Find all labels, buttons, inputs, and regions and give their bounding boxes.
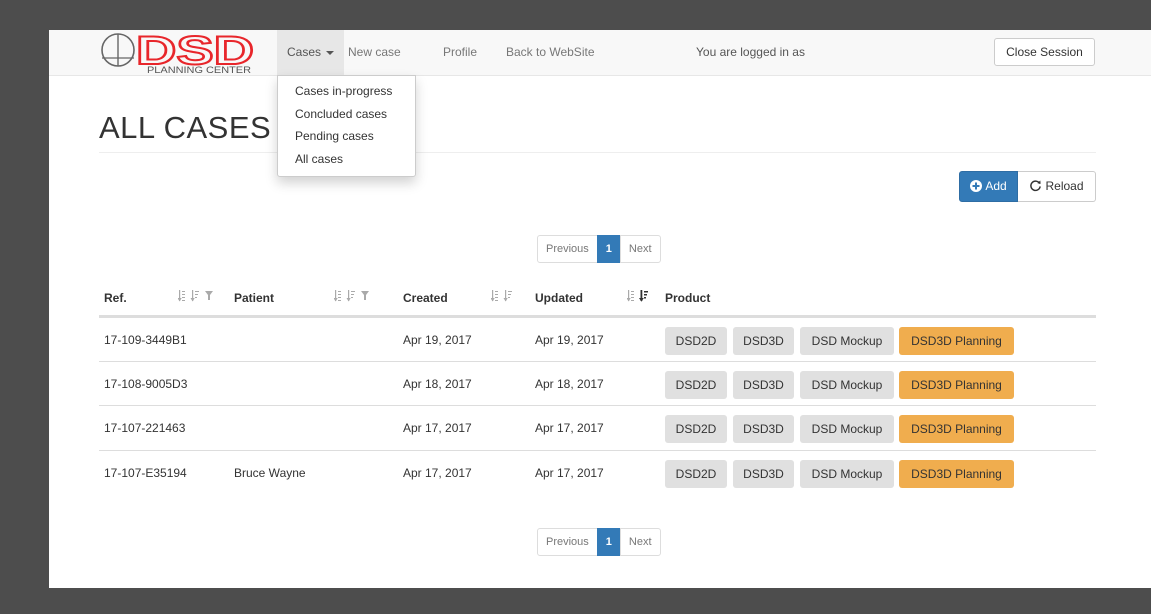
nav-back-to-website[interactable]: Back to WebSite: [496, 30, 605, 75]
dropdown-item-cases-in-progress[interactable]: Cases in-progress: [278, 80, 415, 103]
table-row[interactable]: 17-107-E35194 Bruce Wayne Apr 17, 2017 A…: [99, 450, 1096, 495]
pagination-next[interactable]: Next: [619, 235, 661, 263]
product-dsd2d-button[interactable]: DSD2D: [665, 415, 727, 443]
title-divider: [99, 152, 1096, 153]
product-dsd3d-button[interactable]: DSD3D: [733, 460, 794, 488]
product-dsd3d-planning-button[interactable]: DSD3D Planning: [899, 371, 1014, 399]
column-header-product: Product: [665, 291, 711, 305]
cell-updated: Apr 17, 2017: [535, 421, 604, 435]
close-session-button[interactable]: Close Session: [994, 38, 1095, 66]
product-dsd3d-button[interactable]: DSD3D: [733, 327, 794, 355]
plus-circle-icon: [970, 174, 983, 203]
logo-subtext: PLANNING CENTER: [147, 65, 252, 74]
product-dsd2d-button[interactable]: DSD2D: [665, 460, 727, 488]
product-dsd-mockup-button[interactable]: DSD Mockup: [800, 415, 894, 443]
dropdown-item-pending-cases[interactable]: Pending cases: [278, 125, 415, 148]
pagination-bottom: Previous 1 Next: [537, 528, 661, 556]
column-header-patient[interactable]: Patient: [234, 291, 274, 305]
product-dsd3d-planning-button[interactable]: DSD3D Planning: [899, 327, 1014, 355]
navbar: DSD PLANNING CENTER Cases New case Profi…: [49, 30, 1151, 76]
nav-cases-label: Cases: [287, 45, 322, 59]
pagination-page-1[interactable]: 1: [596, 235, 621, 263]
cell-patient: Bruce Wayne: [234, 466, 306, 480]
cell-updated: Apr 17, 2017: [535, 466, 604, 480]
column-header-ref[interactable]: Ref.: [104, 291, 127, 305]
cell-updated: Apr 18, 2017: [535, 377, 604, 391]
pagination-page-1[interactable]: 1: [596, 528, 621, 556]
product-dsd-mockup-button[interactable]: DSD Mockup: [800, 460, 894, 488]
refresh-icon: [1029, 174, 1042, 203]
cell-ref: 17-108-9005D3: [104, 377, 188, 391]
nav-cases-dropdown[interactable]: Cases: [277, 30, 345, 75]
page-title: ALL CASES: [99, 110, 272, 145]
pagination-next[interactable]: Next: [619, 528, 661, 556]
product-dsd3d-planning-button[interactable]: DSD3D Planning: [899, 415, 1014, 443]
cell-created: Apr 19, 2017: [403, 333, 472, 347]
logged-in-text: You are logged in as: [696, 45, 805, 59]
app-window: DSD PLANNING CENTER Cases New case Profi…: [49, 30, 1151, 588]
nav-new-case[interactable]: New case: [338, 30, 411, 75]
cell-created: Apr 17, 2017: [403, 466, 472, 480]
column-header-created[interactable]: Created: [403, 291, 448, 305]
dropdown-item-all-cases[interactable]: All cases: [278, 148, 415, 171]
updated-sort-icons[interactable]: [626, 289, 651, 303]
pagination-top: Previous 1 Next: [537, 235, 661, 263]
reload-button[interactable]: Reload: [1018, 171, 1096, 202]
caret-down-icon: [326, 50, 335, 55]
add-button-label: Add: [985, 179, 1007, 193]
pagination-previous[interactable]: Previous: [537, 528, 598, 556]
product-dsd-mockup-button[interactable]: DSD Mockup: [800, 327, 894, 355]
dsd-logo[interactable]: DSD PLANNING CENTER: [99, 30, 259, 75]
product-dsd2d-button[interactable]: DSD2D: [665, 327, 727, 355]
ref-sort-filter-icons[interactable]: [177, 289, 222, 303]
table-row[interactable]: 17-108-9005D3 Apr 18, 2017 Apr 18, 2017 …: [99, 361, 1096, 406]
product-dsd3d-button[interactable]: DSD3D: [733, 371, 794, 399]
pagination-previous[interactable]: Previous: [537, 235, 598, 263]
cell-ref: 17-107-E35194: [104, 466, 187, 480]
cell-created: Apr 17, 2017: [403, 421, 472, 435]
reload-button-label: Reload: [1045, 179, 1084, 193]
cell-ref: 17-109-3449B1: [104, 333, 187, 347]
product-dsd3d-button[interactable]: DSD3D: [733, 415, 794, 443]
product-dsd3d-planning-button[interactable]: DSD3D Planning: [899, 460, 1014, 488]
product-dsd-mockup-button[interactable]: DSD Mockup: [800, 371, 894, 399]
dropdown-item-concluded-cases[interactable]: Concluded cases: [278, 103, 415, 126]
table-row[interactable]: 17-109-3449B1 Apr 19, 2017 Apr 19, 2017 …: [99, 317, 1096, 362]
cases-dropdown-menu: Cases in-progress Concluded cases Pendin…: [277, 75, 416, 177]
nav-profile[interactable]: Profile: [433, 30, 487, 75]
product-dsd2d-button[interactable]: DSD2D: [665, 371, 727, 399]
cell-updated: Apr 19, 2017: [535, 333, 604, 347]
created-sort-icons[interactable]: [490, 289, 515, 303]
column-header-updated[interactable]: Updated: [535, 291, 583, 305]
table-row[interactable]: 17-107-221463 Apr 17, 2017 Apr 17, 2017 …: [99, 405, 1096, 450]
add-button[interactable]: Add: [959, 171, 1018, 202]
cell-created: Apr 18, 2017: [403, 377, 472, 391]
patient-sort-filter-icons[interactable]: [333, 289, 378, 303]
cell-ref: 17-107-221463: [104, 421, 186, 435]
